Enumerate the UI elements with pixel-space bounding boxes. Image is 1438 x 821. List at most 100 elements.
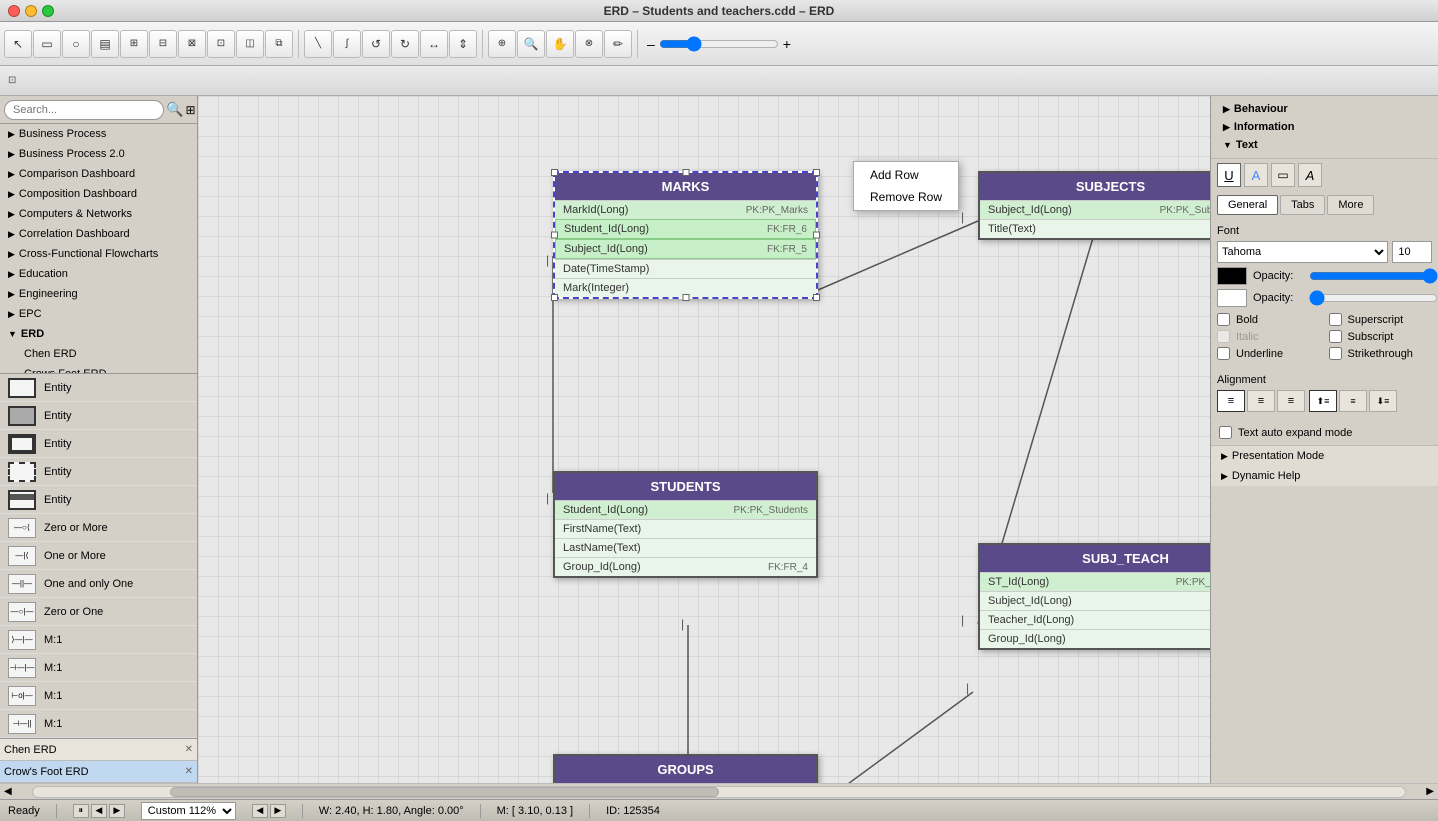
tab-crows-foot-erd[interactable]: Crow's Foot ERD ✕	[0, 761, 197, 783]
subj-teach-row-subjectid[interactable]: Subject_Id(Long) FK:FR_3	[980, 591, 1210, 610]
tab-more[interactable]: More	[1327, 195, 1374, 215]
minimize-button[interactable]	[25, 5, 37, 17]
color2-box[interactable]	[1217, 289, 1247, 307]
font-family-select[interactable]: Tahoma	[1217, 241, 1388, 263]
subj-teach-table[interactable]: SUBJ_TEACH ST_Id(Long) PK:PK_Subj_Teach …	[978, 543, 1210, 650]
scroll-track[interactable]	[32, 786, 1407, 798]
marks-row-markid[interactable]: MarkId(Long) PK:PK_Marks	[555, 200, 816, 219]
ellipse-tool[interactable]: ○	[62, 30, 90, 58]
select-tool[interactable]: ↖	[4, 30, 32, 58]
page-left-btn[interactable]: ◀	[252, 804, 268, 818]
opacity2-slider[interactable]	[1309, 290, 1438, 306]
scroll-right-btn[interactable]: ▶	[1422, 786, 1438, 797]
search-view[interactable]: 🔍	[517, 30, 545, 58]
sidebar-item-business-process-2[interactable]: ▶ Business Process 2.0	[0, 144, 197, 164]
bold-checkbox[interactable]	[1217, 313, 1230, 326]
split-tool[interactable]: ◫	[236, 30, 264, 58]
pen-tool[interactable]: ✏	[604, 30, 632, 58]
section-text[interactable]: ▼ Text	[1217, 136, 1432, 154]
grid-view-button[interactable]: ⊞	[185, 100, 195, 120]
handle-br[interactable]	[813, 294, 820, 301]
shape-zero-one[interactable]: —○|— Zero or One	[0, 598, 197, 626]
sidebar-item-comparison[interactable]: ▶ Comparison Dashboard	[0, 164, 197, 184]
handle-tl[interactable]	[551, 169, 558, 176]
shape-m1-a[interactable]: ⟩—|— M:1	[0, 626, 197, 654]
sidebar-item-correlation[interactable]: ▶ Correlation Dashboard	[0, 224, 197, 244]
section-behaviour[interactable]: ▶ Behaviour	[1217, 100, 1432, 118]
shape-entity-1[interactable]: Entity	[0, 374, 197, 402]
table-tool[interactable]: ▤	[91, 30, 119, 58]
page-zoom-select[interactable]: Custom 112%	[141, 802, 236, 820]
handle-tr[interactable]	[813, 169, 820, 176]
sidebar-item-engineering[interactable]: ▶ Engineering	[0, 284, 197, 304]
align-middle-button[interactable]: ≡	[1339, 390, 1367, 412]
color1-box[interactable]	[1217, 267, 1247, 285]
underline-checkbox[interactable]	[1217, 347, 1230, 360]
subscript-checkbox[interactable]	[1329, 330, 1342, 343]
context-add-row[interactable]: Add Row	[854, 164, 958, 186]
grid-tool[interactable]: ⊡	[207, 30, 235, 58]
delete-tool[interactable]: ⊟	[149, 30, 177, 58]
highlight-tool[interactable]: A	[1244, 163, 1268, 187]
context-remove-row[interactable]: Remove Row	[854, 186, 958, 208]
sidebar-item-chen-erd[interactable]: Chen ERD	[0, 344, 197, 364]
tab-tabs[interactable]: Tabs	[1280, 195, 1325, 215]
bottom-scrollbar[interactable]: ◀ ▶	[0, 783, 1438, 799]
flip-h-tool[interactable]: ↔	[420, 30, 448, 58]
students-row-firstname[interactable]: FirstName(Text)	[555, 519, 816, 538]
handle-tm[interactable]	[682, 169, 689, 176]
align-right-button[interactable]: ≡	[1277, 390, 1305, 412]
shape-m1-b[interactable]: ⊣—|— M:1	[0, 654, 197, 682]
opacity1-slider[interactable]	[1309, 268, 1438, 284]
align-bottom-button[interactable]: ⬇≡	[1369, 390, 1397, 412]
pan-tool[interactable]: ✋	[546, 30, 574, 58]
strikethrough-checkbox[interactable]	[1329, 347, 1342, 360]
undo-tool[interactable]: ↺	[362, 30, 390, 58]
sidebar-item-business-process[interactable]: ▶ Business Process	[0, 124, 197, 144]
underline-tool[interactable]: U	[1217, 163, 1241, 187]
zoom-in-view[interactable]: ⊕	[488, 30, 516, 58]
zoom-minus[interactable]: –	[647, 36, 655, 52]
shape-entity-2[interactable]: Entity	[0, 402, 197, 430]
nav-next-btn[interactable]: ▶	[109, 804, 125, 818]
draw-tool[interactable]: ╲	[304, 30, 332, 58]
insert-tool[interactable]: ⊞	[120, 30, 148, 58]
redo-tool[interactable]: ↻	[391, 30, 419, 58]
subjects-row-id[interactable]: Subject_Id(Long) PK:PK_Subjects	[980, 200, 1210, 219]
font-size-input[interactable]	[1392, 241, 1432, 263]
align-top-button[interactable]: ⬆≡	[1309, 390, 1337, 412]
shape-m1-c[interactable]: ⊢o|— M:1	[0, 682, 197, 710]
subj-teach-row-groupid[interactable]: Group_Id(Long) FK:FR_1	[980, 629, 1210, 648]
sidebar-item-computers[interactable]: ▶ Computers & Networks	[0, 204, 197, 224]
superscript-checkbox[interactable]	[1329, 313, 1342, 326]
close-button[interactable]	[8, 5, 20, 17]
shape-one-more[interactable]: —|⟨ One or More	[0, 542, 197, 570]
rect-tool[interactable]: ▭	[33, 30, 61, 58]
sidebar-item-crows-foot-erd[interactable]: Crows Foot ERD	[0, 364, 197, 373]
curve-tool[interactable]: ∫	[333, 30, 361, 58]
handle-ml[interactable]	[551, 232, 558, 239]
scroll-left-btn[interactable]: ◀	[0, 786, 16, 797]
nav-prev-btn[interactable]: ◀	[91, 804, 107, 818]
handle-bm[interactable]	[682, 294, 689, 301]
italic-checkbox[interactable]	[1217, 330, 1230, 343]
fit-tool[interactable]: ⊗	[575, 30, 603, 58]
align-left-button[interactable]: ≡	[1217, 390, 1245, 412]
canvas-area[interactable]: | | | | | | | ◇ ▷ MARKS MarkId(Long)	[198, 96, 1210, 783]
tab-chen-erd[interactable]: Chen ERD ✕	[0, 739, 197, 761]
text-auto-expand-checkbox[interactable]	[1219, 426, 1232, 439]
section-information[interactable]: ▶ Information	[1217, 118, 1432, 136]
shape-entity-4[interactable]: Entity	[0, 458, 197, 486]
align-center-button[interactable]: ≡	[1247, 390, 1275, 412]
sidebar-item-epc[interactable]: ▶ EPC	[0, 304, 197, 324]
zoom-slider[interactable]	[659, 36, 779, 52]
marks-row-subjectid[interactable]: Subject_Id(Long) FK:FR_5	[555, 239, 816, 259]
handle-mr[interactable]	[813, 232, 820, 239]
maximize-button[interactable]	[42, 5, 54, 17]
sidebar-item-crossfunc[interactable]: ▶ Cross-Functional Flowcharts	[0, 244, 197, 264]
font-style-tool[interactable]: A	[1298, 163, 1322, 187]
marks-row-date[interactable]: Date(TimeStamp)	[555, 259, 816, 278]
students-row-lastname[interactable]: LastName(Text)	[555, 538, 816, 557]
search-input[interactable]	[4, 100, 164, 120]
cross-tool[interactable]: ⊠	[178, 30, 206, 58]
